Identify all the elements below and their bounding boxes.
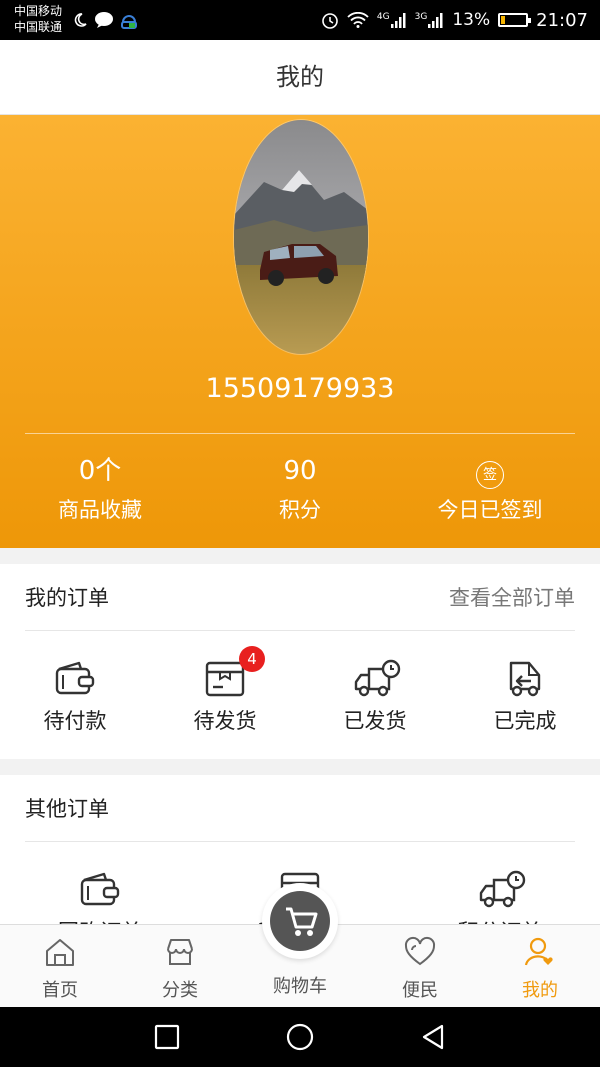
order-completed[interactable]: 已完成 xyxy=(450,659,600,735)
back-button-icon[interactable] xyxy=(420,1023,446,1051)
order-pending-shipment[interactable]: 4 待发货 xyxy=(150,646,300,735)
battery-icon xyxy=(498,13,532,27)
order-completed-label: 已完成 xyxy=(493,709,557,733)
favorites-stat[interactable]: 0个 商品收藏 xyxy=(0,453,200,524)
delivery-truck-icon xyxy=(353,659,401,699)
carrier-2: 中国联通 xyxy=(14,20,63,34)
status-right: 4G 3G 13% 21:07 xyxy=(321,0,588,40)
other-orders-header: 其他订单 xyxy=(25,775,575,842)
delivery-truck-icon xyxy=(478,870,526,910)
page-title: 我的 xyxy=(276,63,324,91)
profile-divider xyxy=(25,433,575,434)
tab-mine-label: 我的 xyxy=(522,980,558,1001)
order-pending-shipment-label: 待发货 xyxy=(193,709,257,733)
app-notification-icon xyxy=(121,15,137,29)
carrier-1: 中国移动 xyxy=(14,4,63,18)
avatar-photo xyxy=(234,120,368,354)
shop-icon xyxy=(167,939,193,965)
cart-icon xyxy=(286,907,318,936)
signal-1: 4G xyxy=(377,12,407,28)
profile-panel: 15509179933 0个 商品收藏 90 积分 签 今日已签到 xyxy=(0,115,600,548)
chat-bubble-icon xyxy=(95,12,113,28)
status-bar: 中国移动 中国联通 4G 3G 13% 21:07 xyxy=(0,0,600,40)
home-icon xyxy=(46,939,74,966)
points-label: 积分 xyxy=(279,498,321,522)
home-button-icon[interactable] xyxy=(286,1023,314,1051)
wallet-icon xyxy=(78,870,122,910)
order-shipped-label: 已发货 xyxy=(343,709,407,733)
network-type-1: 4G xyxy=(376,12,390,22)
signal-bars-icon xyxy=(390,13,406,28)
checkin-label: 今日已签到 xyxy=(437,498,543,522)
wifi-icon xyxy=(347,12,369,28)
other-orders-title: 其他订单 xyxy=(25,797,109,821)
order-shipped[interactable]: 已发货 xyxy=(300,659,450,735)
user-phone: 15509179933 xyxy=(205,373,395,404)
tab-home-label: 首页 xyxy=(42,980,78,1001)
system-nav-bar xyxy=(0,1007,600,1067)
return-truck-icon xyxy=(503,659,547,699)
tab-cart-label: 购物车 xyxy=(273,976,327,997)
tab-mine[interactable]: 我的 xyxy=(480,935,600,1002)
tab-services-label: 便民 xyxy=(402,980,438,1001)
cart-button-circle xyxy=(270,891,330,951)
page-header: 我的 xyxy=(0,40,600,115)
moon-icon xyxy=(74,13,87,27)
favorites-count: 0个 xyxy=(78,456,122,486)
checkin-icon: 签 xyxy=(476,461,504,489)
package-box-icon: 4 xyxy=(203,646,265,699)
checkin-stat[interactable]: 签 今日已签到 xyxy=(390,453,590,524)
clock: 21:07 xyxy=(536,9,588,31)
heart-icon xyxy=(404,936,436,966)
alarm-icon xyxy=(322,13,338,29)
network-type-2: 3G xyxy=(414,12,428,22)
my-orders-header: 我的订单 查看全部订单 xyxy=(25,564,575,631)
pending-shipment-badge: 4 xyxy=(239,646,265,672)
carrier-names: 中国移动 中国联通 xyxy=(14,3,62,35)
my-orders-card: 我的订单 查看全部订单 待付款 4 待发货 已发货 已完成 xyxy=(0,564,600,759)
points-stat[interactable]: 90 积分 xyxy=(200,453,400,524)
tab-home[interactable]: 首页 xyxy=(0,935,120,1002)
favorites-label: 商品收藏 xyxy=(58,498,142,522)
points-orders[interactable]: 积分订单 xyxy=(425,870,575,925)
tab-category-label: 分类 xyxy=(162,980,198,1001)
recents-button-icon[interactable] xyxy=(154,1024,180,1050)
group-buy-orders[interactable]: 团购订单 xyxy=(25,870,175,925)
wallet-icon xyxy=(53,659,97,699)
avatar[interactable] xyxy=(233,119,369,355)
signal-2: 3G xyxy=(415,12,445,28)
my-orders-title: 我的订单 xyxy=(25,586,109,610)
points-value: 90 xyxy=(283,456,317,486)
notification-icons xyxy=(72,9,138,31)
tab-services[interactable]: 便民 xyxy=(360,935,480,1002)
tab-category[interactable]: 分类 xyxy=(120,935,240,1002)
battery-percent: 13% xyxy=(452,10,491,30)
signal-bars-icon xyxy=(428,13,443,28)
user-icon xyxy=(524,937,553,966)
order-pending-payment-label: 待付款 xyxy=(43,709,107,733)
view-all-orders-link[interactable]: 查看全部订单 xyxy=(449,582,575,612)
order-pending-payment[interactable]: 待付款 xyxy=(0,659,150,735)
cart-button[interactable] xyxy=(262,883,338,959)
